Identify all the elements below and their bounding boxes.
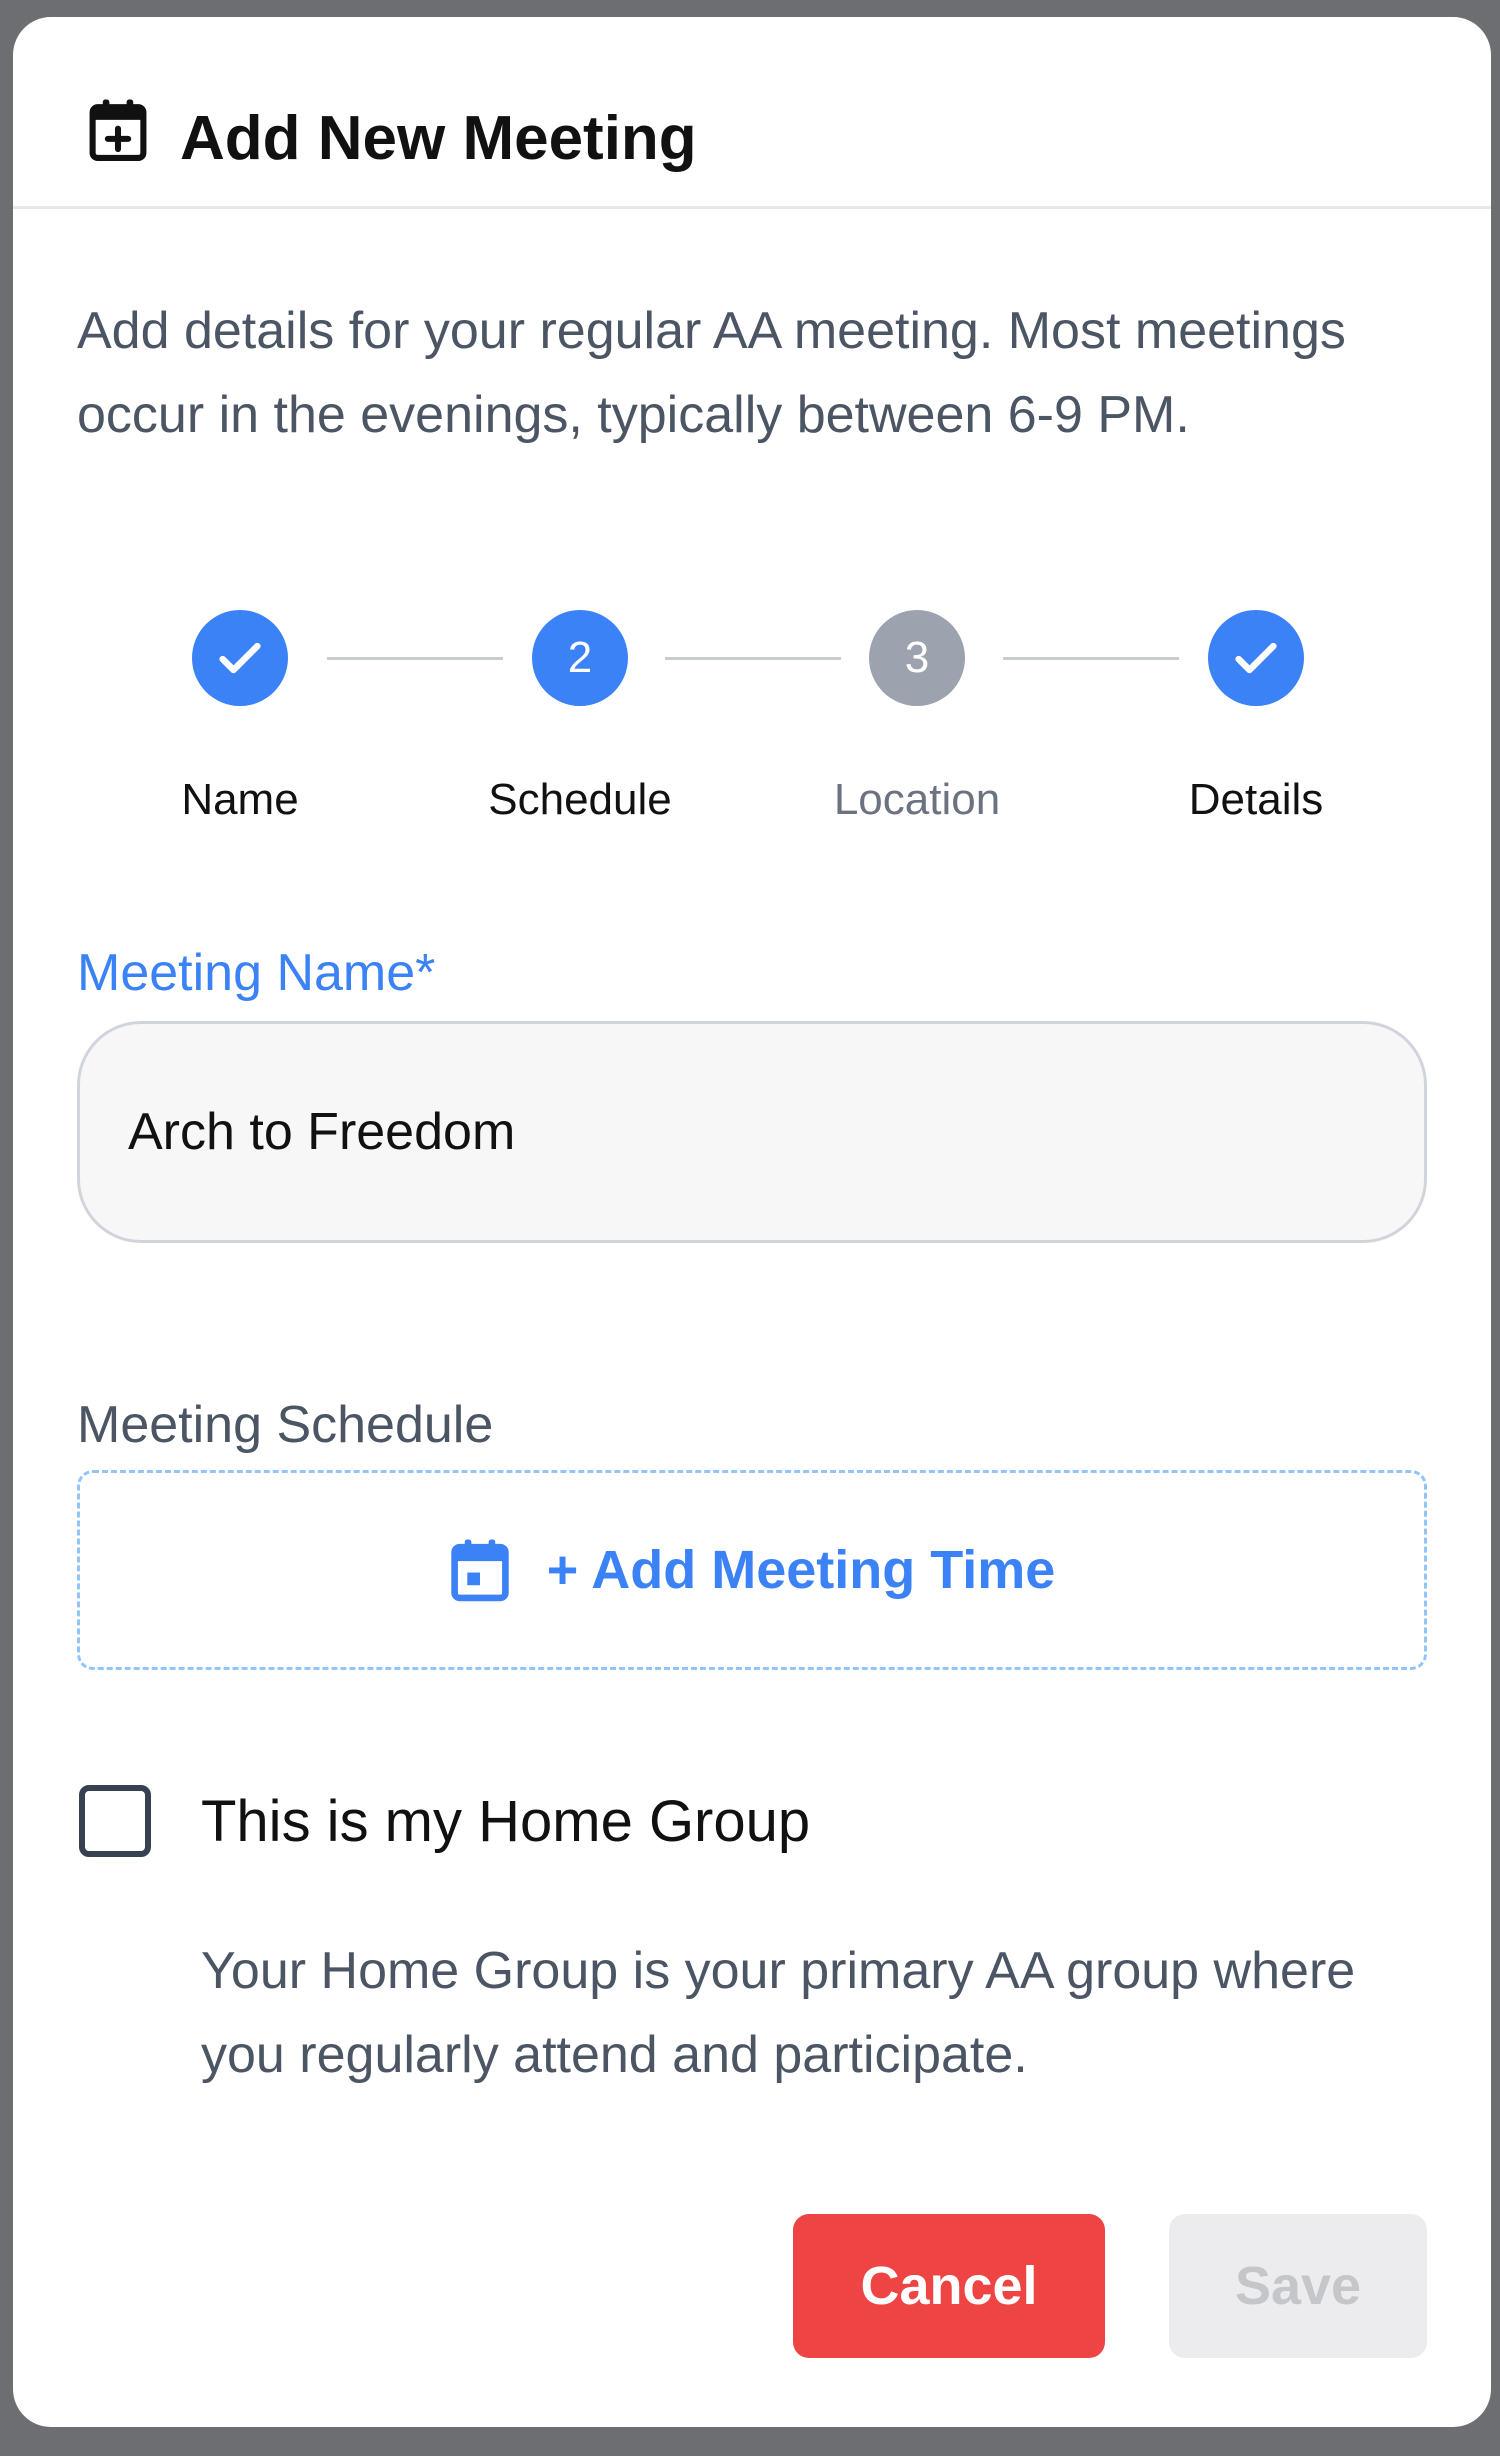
step-connector — [327, 657, 503, 660]
check-icon — [219, 642, 261, 674]
meeting-schedule-label: Meeting Schedule — [77, 1396, 494, 1454]
step-location-circle[interactable]: 3 — [869, 610, 965, 706]
intro-text: Add details for your regular AA meeting.… — [77, 302, 1346, 444]
add-meeting-time-label: + Add Meeting Time — [546, 1540, 1056, 1600]
cancel-button[interactable]: Cancel — [793, 2214, 1105, 2358]
step-number: 3 — [904, 633, 930, 682]
calendar-plus-icon — [89, 99, 147, 161]
step-name-circle[interactable] — [192, 610, 288, 706]
step-connector — [1003, 657, 1179, 660]
step-label-details: Details — [1188, 775, 1324, 824]
step-schedule-circle[interactable]: 2 — [532, 610, 628, 706]
step-label-schedule: Schedule — [488, 775, 672, 824]
step-label-name: Name — [181, 775, 299, 824]
save-button[interactable]: Save — [1169, 2214, 1427, 2358]
step-connector — [665, 657, 841, 660]
add-meeting-dialog: Add New Meeting Add details for your reg… — [13, 17, 1491, 2427]
step-label-location: Location — [833, 775, 1001, 824]
meeting-name-input[interactable] — [77, 1021, 1427, 1243]
check-icon — [1235, 642, 1277, 674]
calendar-icon — [451, 1539, 509, 1602]
dialog-header: Add New Meeting — [13, 17, 1491, 209]
step-details-circle[interactable] — [1208, 610, 1304, 706]
dialog-title: Add New Meeting — [180, 104, 697, 173]
meeting-name-label: Meeting Name* — [77, 944, 436, 1002]
step-number: 2 — [567, 633, 593, 682]
home-group-checkbox[interactable] — [79, 1785, 151, 1857]
add-meeting-time-button[interactable]: + Add Meeting Time — [77, 1470, 1427, 1670]
home-group-helper-text: Your Home Group is your primary AA group… — [201, 1942, 1356, 2084]
home-group-label[interactable]: This is my Home Group — [201, 1787, 810, 1857]
